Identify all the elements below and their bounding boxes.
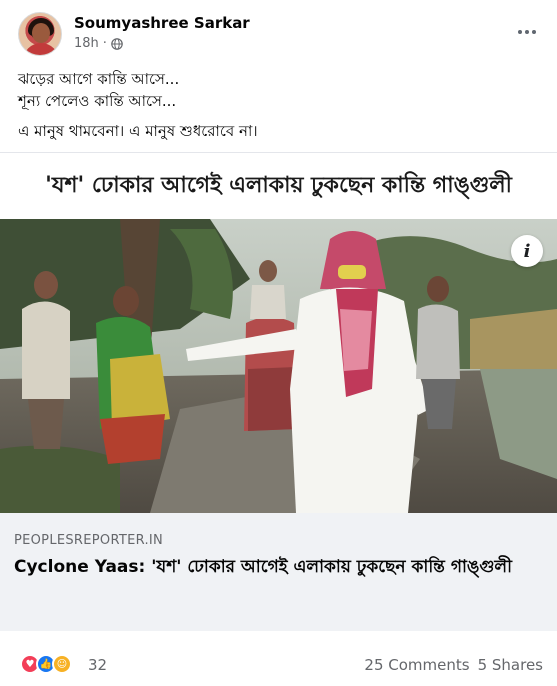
- post-timestamp[interactable]: 18h: [74, 36, 99, 51]
- author-name[interactable]: Soumyashree Sarkar: [74, 14, 250, 32]
- link-preview-image[interactable]: 'যশ' ঢোকার আগেই এলাকায় ঢুকছেন কান্তি গা…: [0, 153, 557, 513]
- more-options-icon[interactable]: [515, 20, 539, 44]
- link-preview-footer[interactable]: PEOPLESREPORTER.IN Cyclone Yaas: 'যশ' ঢো…: [0, 513, 557, 631]
- post-text: ঝড়ের আগে কান্তি আসে... শূন্য পেলেও কান্…: [18, 68, 538, 142]
- post-text-line: এ মানুষ থামবেনা। এ মানুষ শুধরোবে না।: [18, 122, 258, 140]
- link-preview-card[interactable]: 'যশ' ঢোকার আগেই এলাকায় ঢুকছেন কান্তি গা…: [0, 152, 557, 631]
- reaction-count[interactable]: 32: [88, 656, 107, 674]
- post-text-line: ঝড়ের আগে কান্তি আসে...: [18, 70, 180, 88]
- engagement-counts: 25 Comments 5 Shares: [364, 656, 543, 674]
- image-headline-band: 'যশ' ঢোকার আগেই এলাকায় ঢুকছেন কান্তি গা…: [0, 153, 557, 219]
- post-text-line: শূন্য পেলেও কান্তি আসে...: [18, 92, 177, 110]
- care-reaction-icon: ☺: [52, 654, 72, 674]
- info-icon[interactable]: i: [511, 235, 543, 267]
- globe-icon: [111, 37, 123, 50]
- image-headline: 'যশ' ঢোকার আগেই এলাকায় ঢুকছেন কান্তি গা…: [45, 172, 512, 198]
- author-avatar[interactable]: [18, 12, 62, 56]
- reaction-icons[interactable]: ♥ 👍 ☺: [20, 654, 72, 674]
- shares-count[interactable]: 5 Shares: [478, 656, 543, 674]
- news-photo: [0, 219, 557, 513]
- post-meta: 18h ·: [74, 36, 123, 51]
- comments-count[interactable]: 25 Comments: [364, 656, 469, 674]
- link-title[interactable]: Cyclone Yaas: 'যশ' ঢোকার আগেই এলাকায় ঢু…: [14, 556, 534, 579]
- link-domain: PEOPLESREPORTER.IN: [14, 533, 164, 548]
- post-header: Soumyashree Sarkar 18h ·: [0, 0, 557, 66]
- reactions-bar: ♥ 👍 ☺ 32 25 Comments 5 Shares: [0, 630, 557, 686]
